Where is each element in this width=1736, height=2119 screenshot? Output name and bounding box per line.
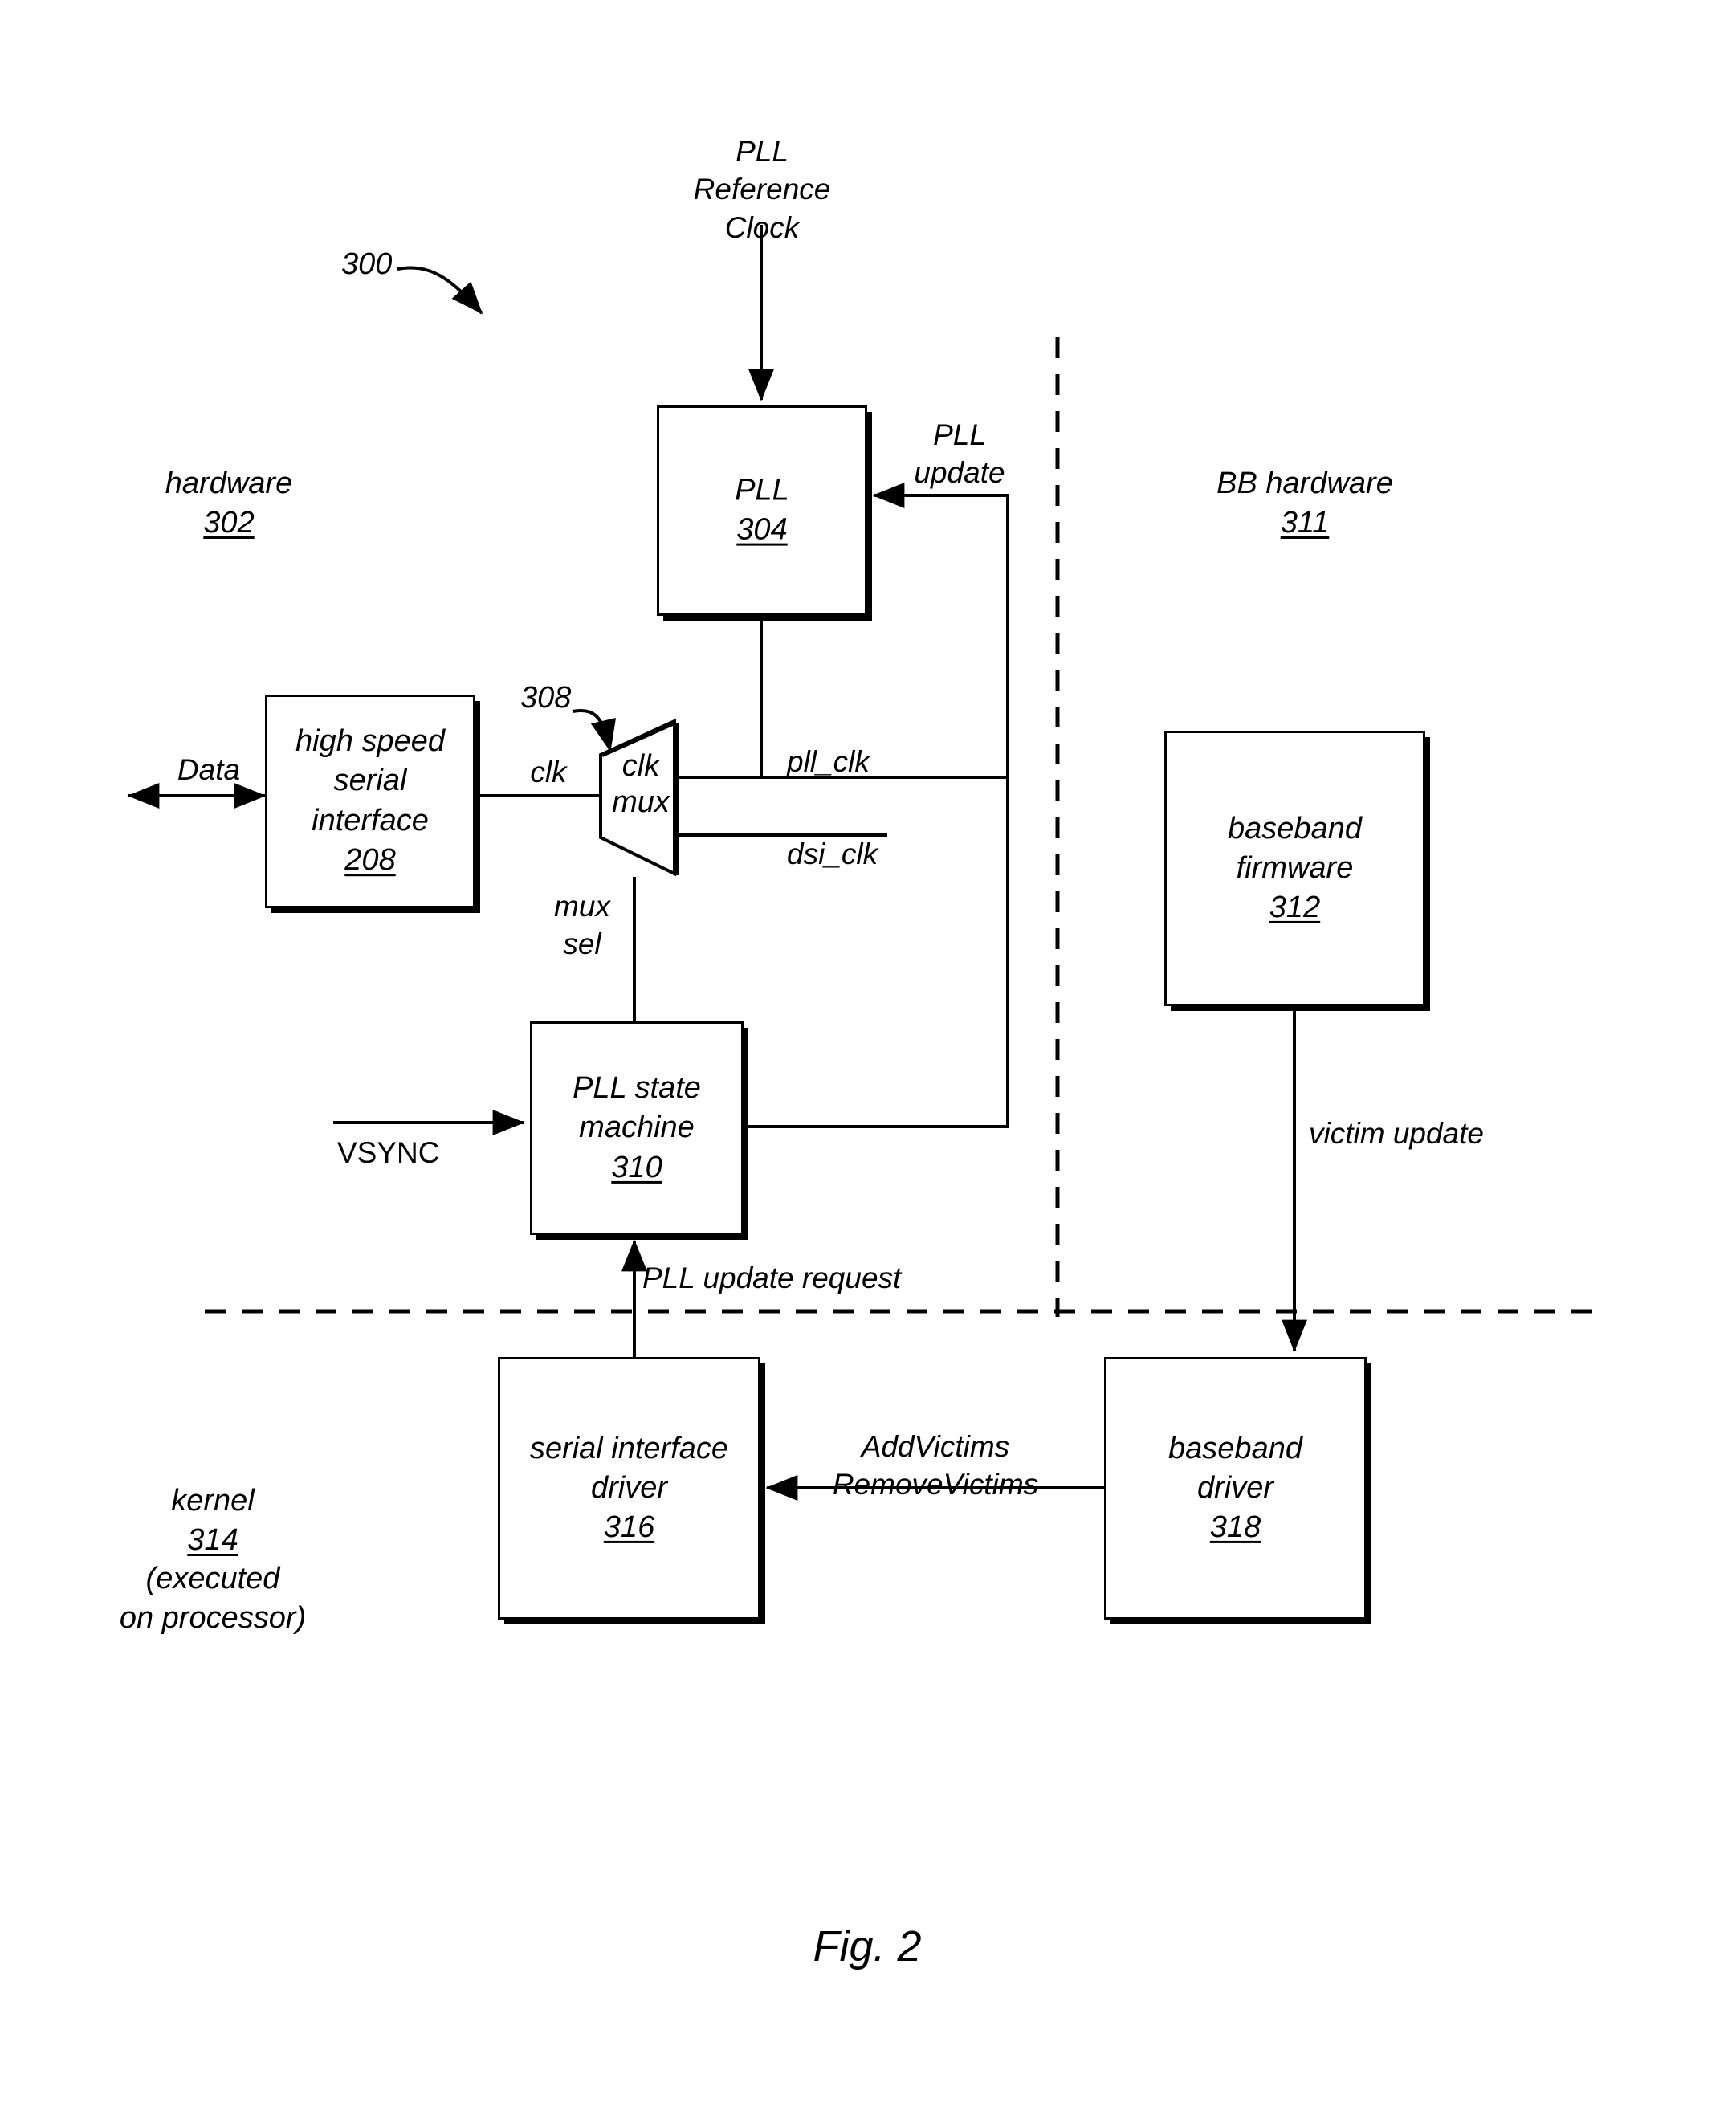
block-bb-driver-title: baseband driver	[1168, 1431, 1302, 1505]
label-victim-update: victim update	[1309, 1117, 1484, 1150]
block-hssi-title: high speed serial interface	[295, 724, 445, 837]
block-pll-content: PLL 304	[659, 471, 865, 551]
block-high-speed-serial-interface[interactable]: high speed serial interface 208	[265, 695, 475, 908]
label-kernel-note2: on processor)	[119, 1600, 307, 1635]
clk-mux-label: clk mux	[612, 749, 670, 819]
figure-caption: Fig. 2	[813, 1922, 922, 1970]
label-clk: clk	[530, 756, 567, 789]
label-kernel-text: kernel	[171, 1484, 255, 1518]
label-data: Data	[177, 753, 241, 786]
label-kernel-note1: (executed	[145, 1562, 280, 1596]
label-kernel-domain: kernel 314 (executed on processor)	[64, 1481, 361, 1638]
label-vsync: VSYNC	[337, 1136, 440, 1169]
block-si-driver-content: serial interface driver 316	[500, 1428, 758, 1547]
block-pll-sm-title: PLL state machine	[573, 1070, 701, 1145]
block-si-driver-ref: 316	[603, 1510, 655, 1545]
label-pll-update: PLL update	[914, 418, 1005, 490]
block-baseband-firmware[interactable]: baseband firmware 312	[1164, 731, 1425, 1006]
leader-300	[397, 266, 483, 315]
label-pll-clk: pll_clk	[787, 745, 870, 778]
block-bb-fw-title: baseband firmware	[1228, 811, 1362, 885]
block-bb-fw-content: baseband firmware 312	[1167, 809, 1423, 927]
label-pll-reference-clock: PLL Reference Clock	[693, 135, 831, 244]
block-pll-state-machine[interactable]: PLL state machine 310	[530, 1021, 744, 1235]
label-hardware-ref: 302	[203, 505, 255, 540]
label-system-300: 300	[341, 247, 393, 281]
block-hssi-ref: 208	[344, 843, 396, 878]
label-kernel-ref: 314	[187, 1522, 238, 1557]
block-baseband-driver[interactable]: baseband driver 318	[1104, 1357, 1367, 1620]
block-si-driver-title: serial interface driver	[529, 1431, 729, 1505]
block-pll-title: PLL	[735, 473, 789, 507]
label-bb-hardware-ref: 311	[1280, 505, 1330, 540]
connector-layer	[127, 225, 1604, 1501]
label-bb-hardware-text: BB hardware	[1216, 467, 1393, 500]
label-hardware-text: hardware	[165, 467, 293, 500]
label-dsi-clk: dsi_clk	[787, 837, 878, 870]
label-mux-sel: mux sel	[554, 890, 610, 961]
block-bb-driver-content: baseband driver 318	[1106, 1428, 1364, 1547]
line-pll-clk	[677, 617, 763, 779]
block-pll-sm-ref: 310	[611, 1150, 662, 1184]
label-pll-update-request: PLL update request	[642, 1261, 902, 1294]
block-pll-ref: 304	[736, 513, 788, 547]
block-serial-interface-driver[interactable]: serial interface driver 316	[498, 1357, 760, 1620]
label-mux-ref-308: 308	[520, 681, 572, 715]
block-bb-fw-ref: 312	[1269, 890, 1321, 925]
label-hardware-domain: hardware 302	[124, 464, 333, 542]
block-pll-sm-content: PLL state machine 310	[532, 1069, 741, 1188]
label-add-remove-victims: AddVictims RemoveVictims	[832, 1430, 1039, 1502]
block-bb-driver-ref: 318	[1209, 1510, 1261, 1545]
block-pll[interactable]: PLL 304	[657, 405, 867, 616]
label-bb-hardware-domain: BB hardware 311	[1176, 464, 1433, 542]
block-hssi-content: high speed serial interface 208	[267, 722, 473, 881]
figure-canvas: PLL 304 high speed serial interface 208 PL…	[0, 0, 1736, 2119]
